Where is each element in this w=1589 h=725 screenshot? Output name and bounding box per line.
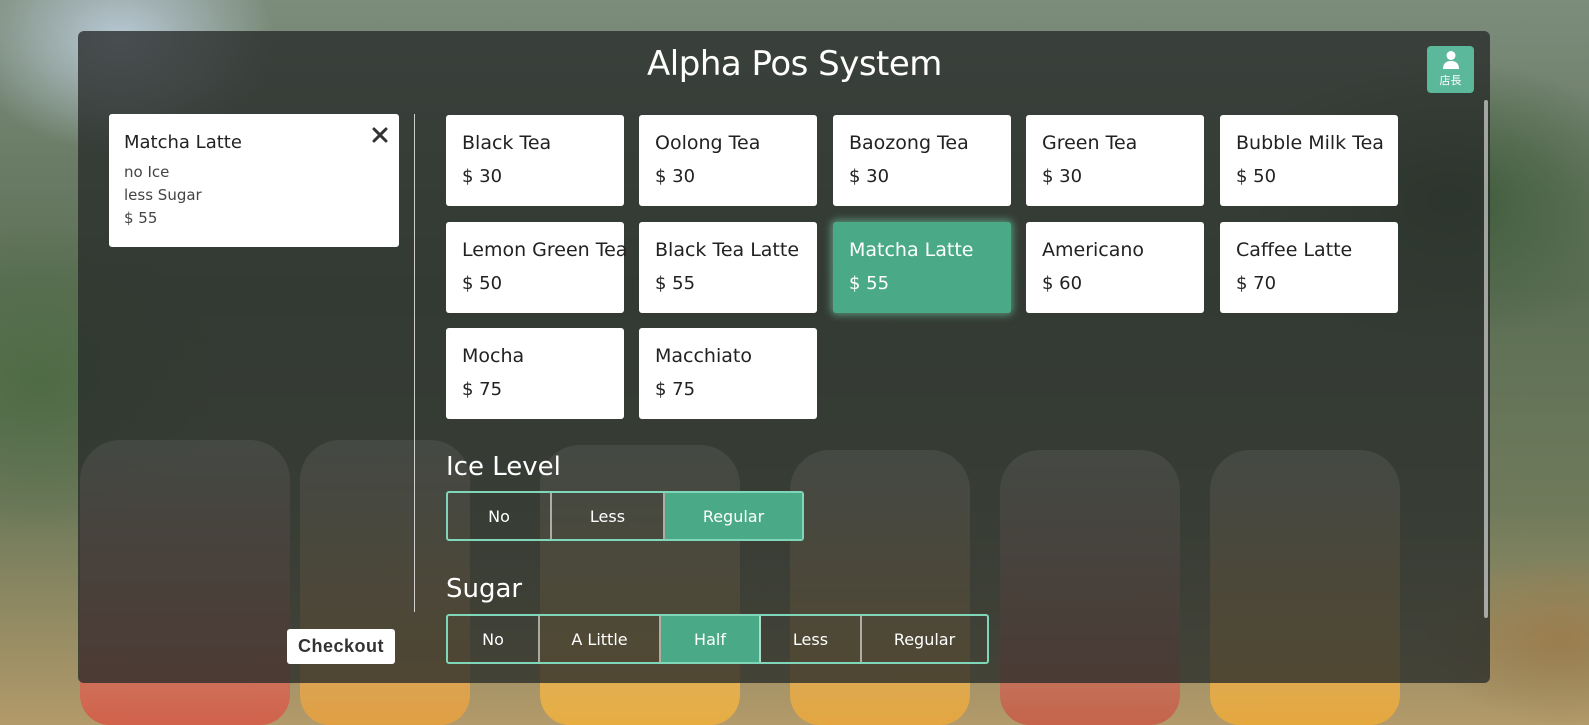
sugar-label: Sugar bbox=[446, 574, 523, 604]
manager-label: 店長 bbox=[1439, 75, 1462, 87]
ice-level-selector: No Less Regular bbox=[446, 491, 804, 541]
menu-item-name: Bubble Milk Tea bbox=[1236, 132, 1384, 154]
menu-item-americano[interactable]: Americano $ 60 bbox=[1026, 222, 1204, 313]
menu-item-price: $ 30 bbox=[655, 166, 696, 187]
ice-option-less[interactable]: Less bbox=[552, 493, 665, 539]
sugar-option-less[interactable]: Less bbox=[761, 616, 862, 662]
menu-item-macchiato[interactable]: Macchiato $ 75 bbox=[639, 328, 817, 419]
sugar-selector: No A Little Half Less Regular bbox=[446, 614, 989, 664]
menu-item-price: $ 55 bbox=[849, 273, 890, 294]
manager-button[interactable]: 店長 bbox=[1427, 46, 1474, 93]
menu-item-price: $ 55 bbox=[655, 273, 696, 294]
menu-item-price: $ 30 bbox=[462, 166, 503, 187]
menu-item-green-tea[interactable]: Green Tea $ 30 bbox=[1026, 115, 1204, 206]
menu-item-baozong-tea[interactable]: Baozong Tea $ 30 bbox=[833, 115, 1011, 206]
menu-item-name: Baozong Tea bbox=[849, 132, 969, 154]
ice-option-no[interactable]: No bbox=[448, 493, 552, 539]
menu-item-price: $ 30 bbox=[849, 166, 890, 187]
menu-item-price: $ 75 bbox=[655, 379, 696, 400]
menu-item-caffee-latte[interactable]: Caffee Latte $ 70 bbox=[1220, 222, 1398, 313]
menu-item-price: $ 70 bbox=[1236, 273, 1277, 294]
sugar-option-a-little[interactable]: A Little bbox=[540, 616, 661, 662]
sugar-option-regular[interactable]: Regular bbox=[862, 616, 987, 662]
menu-item-name: Macchiato bbox=[655, 345, 752, 367]
menu-item-name: Mocha bbox=[462, 345, 525, 367]
cart-item-name: Matcha Latte bbox=[124, 132, 242, 153]
page-title: Alpha Pos System bbox=[647, 44, 942, 84]
menu-item-price: $ 60 bbox=[1042, 273, 1083, 294]
menu-item-price: $ 50 bbox=[1236, 166, 1277, 187]
menu-item-name: Lemon Green Tea bbox=[462, 239, 628, 261]
menu-item-price: $ 30 bbox=[1042, 166, 1083, 187]
menu-item-lemon-green-tea[interactable]: Lemon Green Tea $ 50 bbox=[446, 222, 628, 313]
menu-item-name: Black Tea Latte bbox=[655, 239, 800, 261]
scrollbar[interactable] bbox=[1484, 100, 1488, 618]
close-icon[interactable] bbox=[371, 126, 389, 144]
menu-item-name: Matcha Latte bbox=[849, 239, 974, 261]
menu-item-black-tea-latte[interactable]: Black Tea Latte $ 55 bbox=[639, 222, 817, 313]
menu-item-name: Americano bbox=[1042, 239, 1145, 261]
sugar-option-no[interactable]: No bbox=[448, 616, 540, 662]
cart-item: Matcha Latte no Ice less Sugar $ 55 bbox=[109, 114, 399, 247]
menu-item-name: Black Tea bbox=[462, 132, 552, 154]
ice-option-regular[interactable]: Regular bbox=[665, 493, 802, 539]
divider bbox=[414, 114, 415, 612]
sugar-option-half[interactable]: Half bbox=[661, 616, 761, 662]
menu-item-name: Green Tea bbox=[1042, 132, 1138, 154]
menu-item-oolong-tea[interactable]: Oolong Tea $ 30 bbox=[639, 115, 817, 206]
cart-item-ice: no Ice bbox=[124, 163, 170, 181]
menu-item-bubble-milk-tea[interactable]: Bubble Milk Tea $ 50 bbox=[1220, 115, 1398, 206]
menu-item-price: $ 75 bbox=[462, 379, 503, 400]
user-icon bbox=[1442, 51, 1459, 69]
menu-item-name: Oolong Tea bbox=[655, 132, 761, 154]
checkout-button[interactable]: Checkout bbox=[287, 629, 395, 664]
cart-item-sugar: less Sugar bbox=[124, 186, 202, 204]
menu-item-matcha-latte[interactable]: Matcha Latte $ 55 bbox=[833, 222, 1011, 313]
cart-item-price: $ 55 bbox=[124, 209, 158, 227]
menu-item-name: Caffee Latte bbox=[1236, 239, 1353, 261]
menu-item-black-tea[interactable]: Black Tea $ 30 bbox=[446, 115, 624, 206]
ice-level-label: Ice Level bbox=[446, 452, 561, 482]
menu-item-mocha[interactable]: Mocha $ 75 bbox=[446, 328, 624, 419]
menu-item-price: $ 50 bbox=[462, 273, 503, 294]
